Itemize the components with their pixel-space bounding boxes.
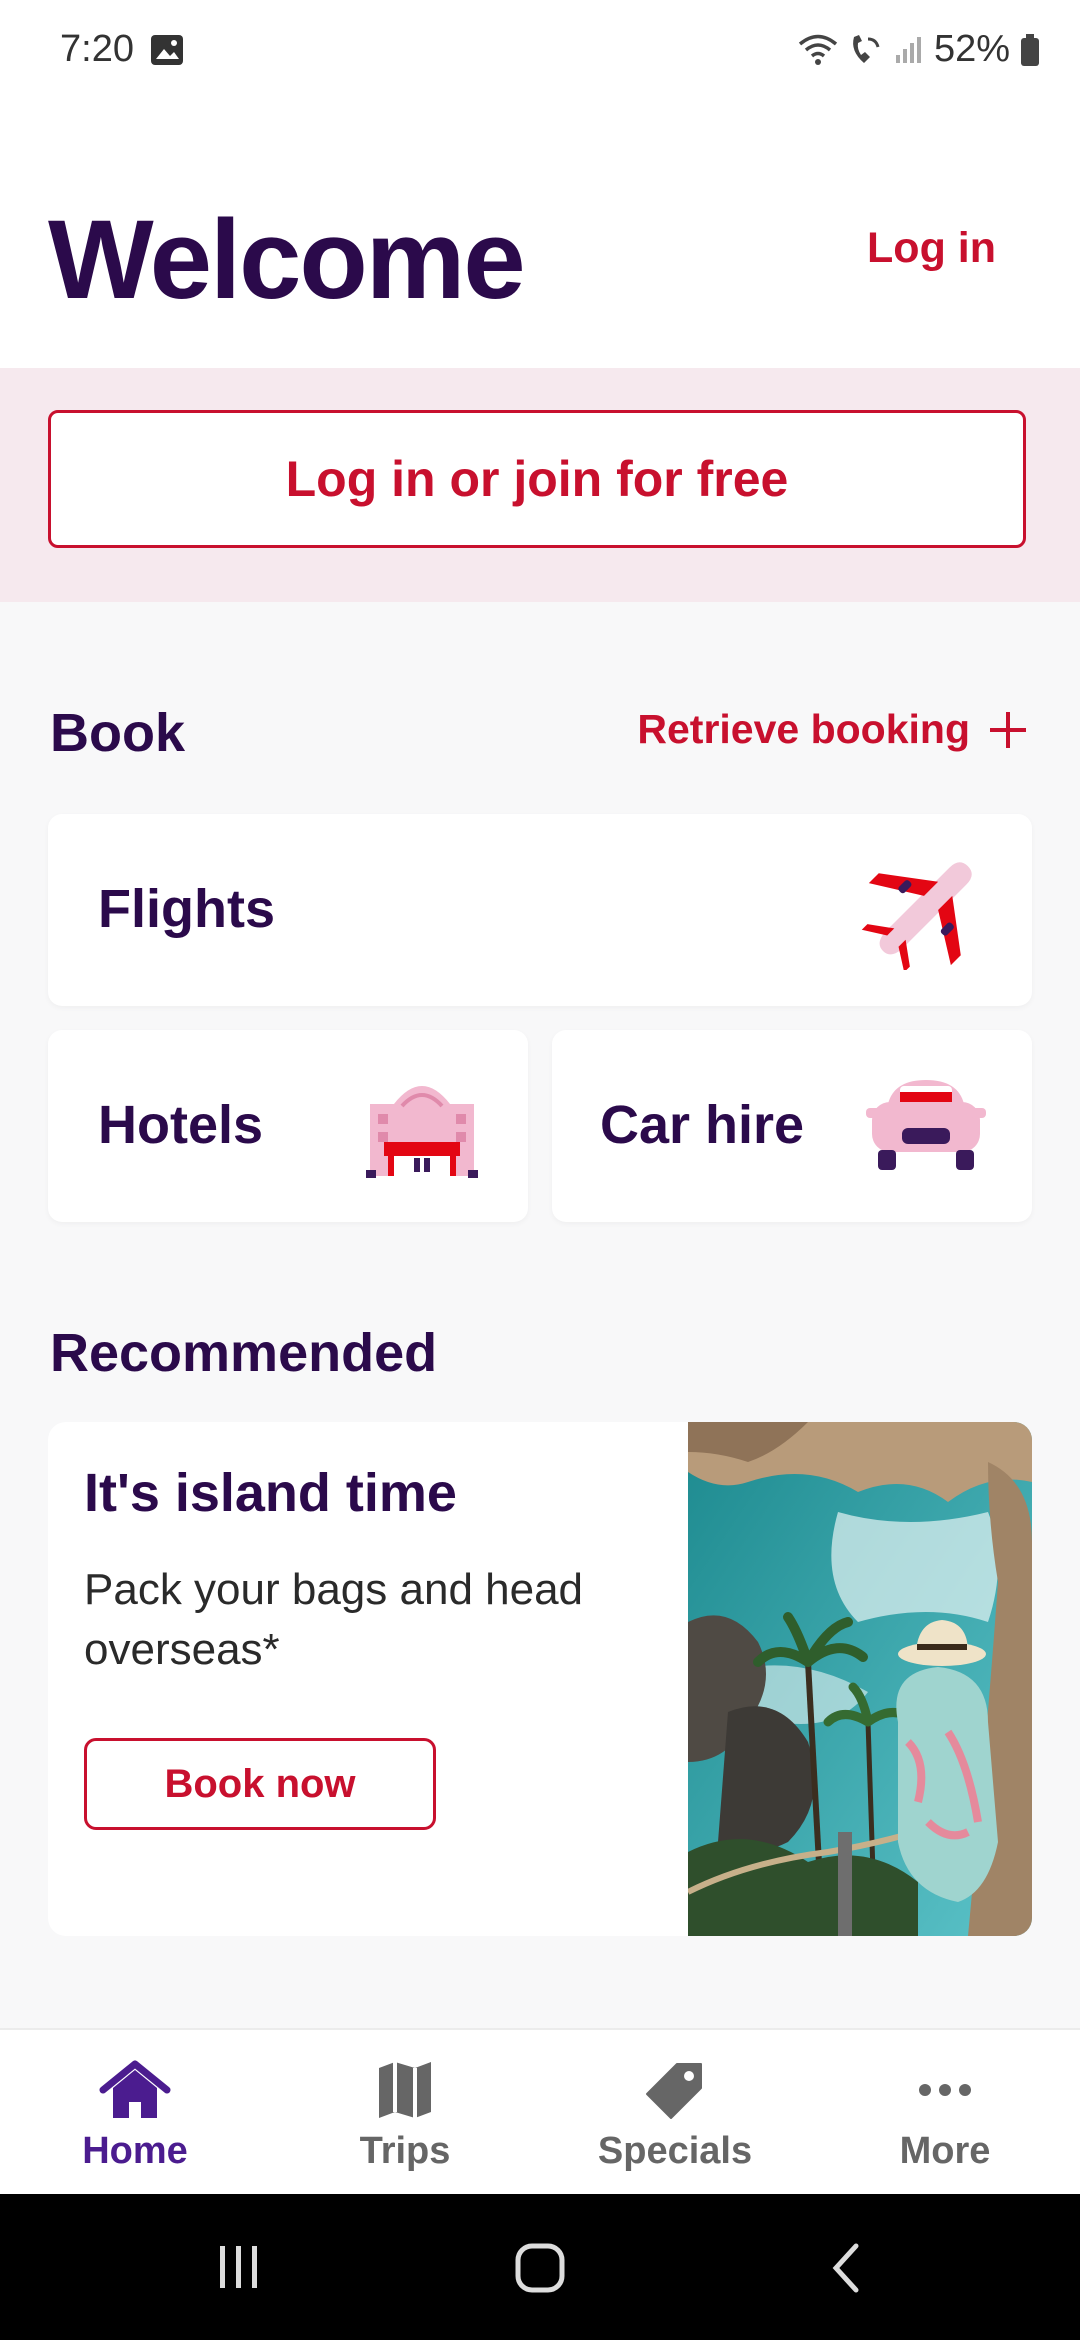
home-button-icon[interactable] bbox=[514, 2242, 566, 2294]
nav-specials-label: Specials bbox=[597, 2130, 753, 2172]
hotel-icon bbox=[366, 1086, 478, 1178]
airplane-icon bbox=[861, 862, 972, 970]
signal-icon bbox=[895, 36, 921, 63]
hotels-label: Hotels bbox=[98, 1095, 264, 1155]
nav-home-label: Home bbox=[82, 2130, 188, 2172]
system-nav-bar bbox=[0, 2194, 1080, 2340]
flights-label: Flights bbox=[98, 879, 275, 939]
hotels-card[interactable]: Hotels bbox=[48, 1030, 528, 1222]
nav-more-label: More bbox=[899, 2130, 991, 2172]
tag-icon bbox=[646, 2063, 702, 2119]
island-photo bbox=[688, 1422, 1032, 1936]
recommended-card-title: It's island time bbox=[84, 1463, 457, 1523]
status-time: 7:20 bbox=[60, 28, 134, 70]
recent-apps-icon[interactable] bbox=[214, 2242, 264, 2292]
wifi-icon bbox=[798, 34, 838, 65]
car-icon bbox=[866, 1080, 986, 1170]
recommended-section-title: Recommended bbox=[50, 1323, 438, 1383]
header: Welcome Log in bbox=[0, 100, 1080, 368]
book-now-button[interactable]: Book now bbox=[84, 1738, 436, 1830]
car-hire-label: Car hire bbox=[600, 1095, 805, 1155]
bottom-nav: Home Trips Specials More bbox=[0, 2028, 1080, 2196]
login-link[interactable]: Log in bbox=[867, 224, 996, 273]
retrieve-booking-link[interactable]: Retrieve booking bbox=[637, 706, 1028, 753]
image-notification-icon bbox=[151, 35, 183, 65]
flights-card[interactable]: Flights bbox=[48, 814, 1032, 1006]
recommended-card-text: Pack your bags and head overseas* bbox=[84, 1565, 584, 1674]
nav-specials[interactable]: Specials bbox=[540, 2030, 810, 2196]
book-section-title: Book bbox=[50, 703, 185, 763]
status-bar: 7:20 52% bbox=[0, 0, 1080, 100]
battery-percent: 52% bbox=[933, 28, 1010, 70]
join-banner: Log in or join for free bbox=[0, 368, 1080, 602]
nav-more[interactable]: More bbox=[810, 2030, 1080, 2196]
car-hire-card[interactable]: Car hire bbox=[552, 1030, 1032, 1222]
plus-icon bbox=[990, 711, 1026, 748]
nav-trips-label: Trips bbox=[359, 2130, 451, 2172]
retrieve-booking-label: Retrieve booking bbox=[637, 706, 970, 752]
home-icon bbox=[99, 2060, 171, 2118]
nav-home[interactable]: Home bbox=[0, 2030, 270, 2196]
recommended-card[interactable]: It's island time Pack your bags and head… bbox=[48, 1422, 1032, 1936]
map-icon bbox=[379, 2062, 431, 2118]
status-icons: 52% bbox=[798, 28, 1040, 71]
back-icon[interactable] bbox=[826, 2240, 866, 2296]
more-dots-icon bbox=[919, 2084, 971, 2096]
login-or-join-button[interactable]: Log in or join for free bbox=[48, 410, 1026, 548]
page-title: Welcome bbox=[48, 197, 526, 322]
wifi-calling-icon bbox=[853, 34, 880, 63]
nav-trips[interactable]: Trips bbox=[270, 2030, 540, 2196]
battery-icon bbox=[1021, 33, 1039, 66]
